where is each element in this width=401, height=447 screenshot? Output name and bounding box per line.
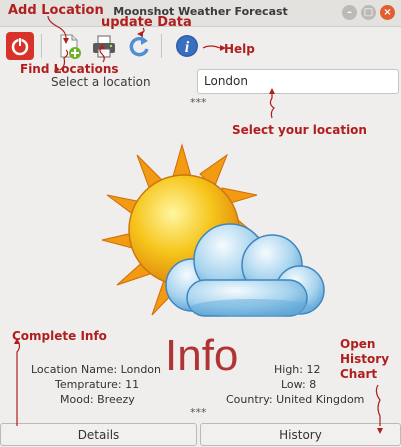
annotation-arrows [14,15,383,434]
